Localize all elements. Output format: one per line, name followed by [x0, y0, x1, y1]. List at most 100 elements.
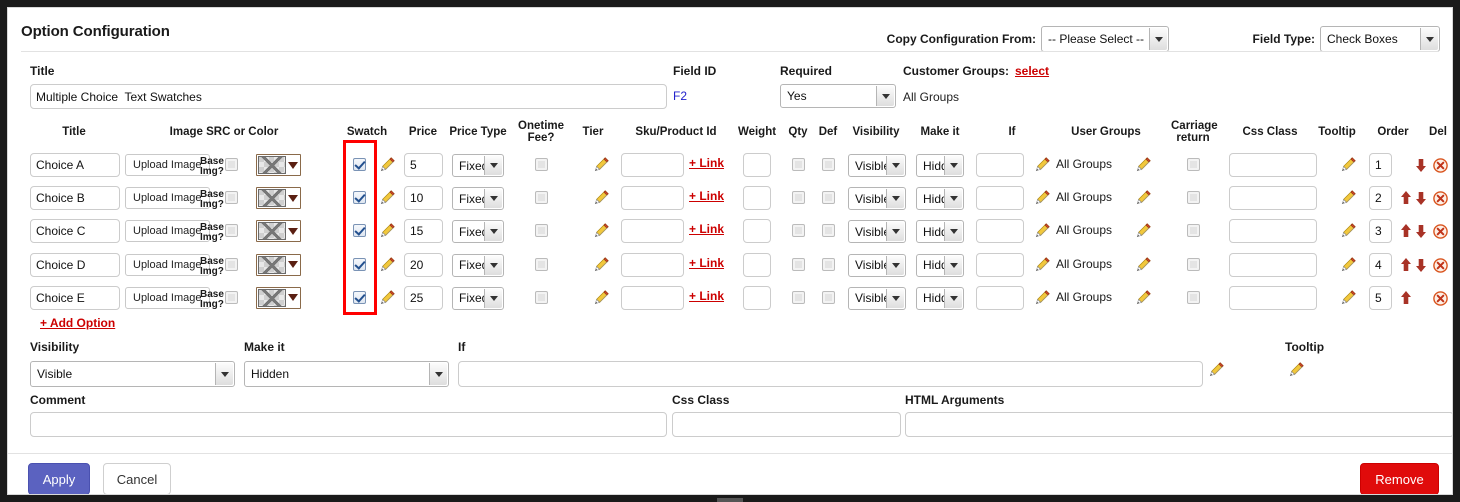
add-link-link[interactable]: + Link	[689, 289, 724, 303]
add-link-link[interactable]: + Link	[689, 256, 724, 270]
order-input[interactable]	[1369, 219, 1392, 244]
image-swatch-select[interactable]	[256, 220, 301, 243]
cancel-button[interactable]: Cancel	[103, 463, 171, 494]
price-input[interactable]	[404, 219, 443, 244]
visibility-select[interactable]: Visible	[848, 220, 906, 244]
carriage-return-edit-pencil-icon[interactable]	[1135, 222, 1152, 242]
carriage-return-edit-pencil-icon[interactable]	[1135, 189, 1152, 209]
sku-product-id-input[interactable]	[621, 252, 684, 277]
visibility-select[interactable]: Visible	[848, 253, 906, 277]
price-type-select[interactable]: Fixed	[452, 220, 504, 244]
css-class-input[interactable]	[1229, 252, 1317, 277]
if-input[interactable]	[976, 153, 1024, 177]
move-down-arrow-icon[interactable]	[1414, 223, 1428, 239]
remove-button[interactable]: Remove	[1360, 463, 1439, 494]
tier-edit-pencil-icon[interactable]	[593, 156, 610, 176]
price-input[interactable]	[404, 252, 443, 277]
price-type-select[interactable]: Fixed	[452, 286, 504, 310]
order-input[interactable]	[1369, 285, 1392, 310]
carriage-return-checkbox[interactable]	[1187, 158, 1200, 171]
weight-input[interactable]	[743, 153, 771, 177]
def-checkbox[interactable]	[822, 224, 835, 238]
visibility-select-bottom[interactable]: Visible	[30, 361, 235, 387]
def-checkbox[interactable]	[822, 191, 835, 205]
html-arguments-input[interactable]	[905, 412, 1452, 437]
onetime-fee-checkbox[interactable]	[535, 158, 548, 171]
sku-product-id-input[interactable]	[621, 186, 684, 211]
qty-checkbox[interactable]	[792, 224, 805, 238]
sku-product-id-input[interactable]	[621, 219, 684, 244]
move-up-arrow-icon[interactable]	[1399, 190, 1413, 206]
delete-row-button[interactable]	[1433, 158, 1448, 173]
move-down-arrow-icon[interactable]	[1414, 257, 1428, 273]
tier-edit-pencil-icon[interactable]	[593, 256, 610, 276]
price-input[interactable]	[404, 285, 443, 310]
if-input[interactable]	[976, 186, 1024, 211]
order-input[interactable]	[1369, 153, 1392, 177]
base-image-checkbox[interactable]	[225, 191, 238, 205]
move-up-arrow-icon[interactable]	[1399, 223, 1413, 239]
move-up-arrow-icon[interactable]	[1399, 257, 1413, 273]
carriage-return-checkbox[interactable]	[1187, 257, 1200, 271]
make-it-select[interactable]: Hidd	[916, 253, 964, 277]
swatch-edit-pencil-icon[interactable]	[379, 222, 396, 242]
option-title-input[interactable]	[30, 153, 120, 177]
css-class-input-bottom[interactable]	[672, 412, 901, 437]
move-down-arrow-icon[interactable]	[1414, 157, 1428, 173]
if-input[interactable]	[976, 285, 1024, 310]
carriage-return-checkbox[interactable]	[1187, 191, 1200, 205]
user-groups-edit-pencil-icon[interactable]	[1034, 289, 1051, 309]
delete-row-button[interactable]	[1433, 224, 1448, 240]
user-groups-edit-pencil-icon[interactable]	[1034, 189, 1051, 209]
tooltip-edit-pencil-icon[interactable]	[1340, 222, 1357, 242]
price-type-select[interactable]: Fixed	[452, 187, 504, 211]
base-image-checkbox[interactable]	[225, 257, 238, 271]
make-it-select[interactable]: Hidd	[916, 154, 964, 177]
delete-row-button[interactable]	[1433, 191, 1448, 206]
css-class-input[interactable]	[1229, 285, 1317, 310]
price-type-select[interactable]: Fixed	[452, 154, 504, 177]
user-groups-edit-pencil-icon[interactable]	[1034, 256, 1051, 276]
if-input-bottom[interactable]	[458, 361, 1203, 387]
swatch-checkbox[interactable]	[353, 257, 366, 271]
def-checkbox[interactable]	[822, 290, 835, 304]
css-class-input[interactable]	[1229, 153, 1317, 177]
carriage-return-edit-pencil-icon[interactable]	[1135, 156, 1152, 176]
tooltip-edit-pencil-icon[interactable]	[1340, 289, 1357, 309]
option-title-input[interactable]	[30, 219, 120, 244]
copy-configuration-select[interactable]: -- Please Select --	[1041, 26, 1169, 52]
carriage-return-edit-pencil-icon[interactable]	[1135, 289, 1152, 309]
tooltip-edit-pencil-icon[interactable]	[1288, 361, 1305, 381]
weight-input[interactable]	[743, 186, 771, 211]
qty-checkbox[interactable]	[792, 158, 805, 171]
customer-groups-select-link[interactable]: select	[1015, 64, 1049, 78]
user-groups-edit-pencil-icon[interactable]	[1034, 222, 1051, 242]
comment-input[interactable]	[30, 412, 667, 437]
swatch-checkbox[interactable]	[353, 290, 366, 304]
user-groups-edit-pencil-icon[interactable]	[1034, 156, 1051, 176]
weight-input[interactable]	[743, 285, 771, 310]
tooltip-edit-pencil-icon[interactable]	[1340, 256, 1357, 276]
if-input[interactable]	[976, 219, 1024, 244]
swatch-edit-pencil-icon[interactable]	[379, 289, 396, 309]
weight-input[interactable]	[743, 252, 771, 277]
onetime-fee-checkbox[interactable]	[535, 191, 548, 205]
swatch-checkbox[interactable]	[353, 224, 366, 238]
swatch-checkbox[interactable]	[353, 158, 366, 171]
add-option-link[interactable]: + Add Option	[40, 316, 115, 330]
move-up-arrow-icon[interactable]	[1399, 290, 1413, 306]
def-checkbox[interactable]	[822, 257, 835, 271]
required-select[interactable]: Yes	[780, 84, 896, 108]
swatch-checkbox[interactable]	[353, 191, 366, 205]
tooltip-edit-pencil-icon[interactable]	[1340, 156, 1357, 176]
price-input[interactable]	[404, 153, 443, 177]
css-class-input[interactable]	[1229, 219, 1317, 244]
delete-row-button[interactable]	[1433, 257, 1448, 273]
image-swatch-select[interactable]	[256, 253, 301, 276]
order-input[interactable]	[1369, 186, 1392, 211]
onetime-fee-checkbox[interactable]	[535, 257, 548, 271]
image-swatch-select[interactable]	[256, 286, 301, 309]
base-image-checkbox[interactable]	[225, 224, 238, 238]
if-edit-pencil-icon[interactable]	[1208, 361, 1225, 381]
swatch-edit-pencil-icon[interactable]	[379, 256, 396, 276]
